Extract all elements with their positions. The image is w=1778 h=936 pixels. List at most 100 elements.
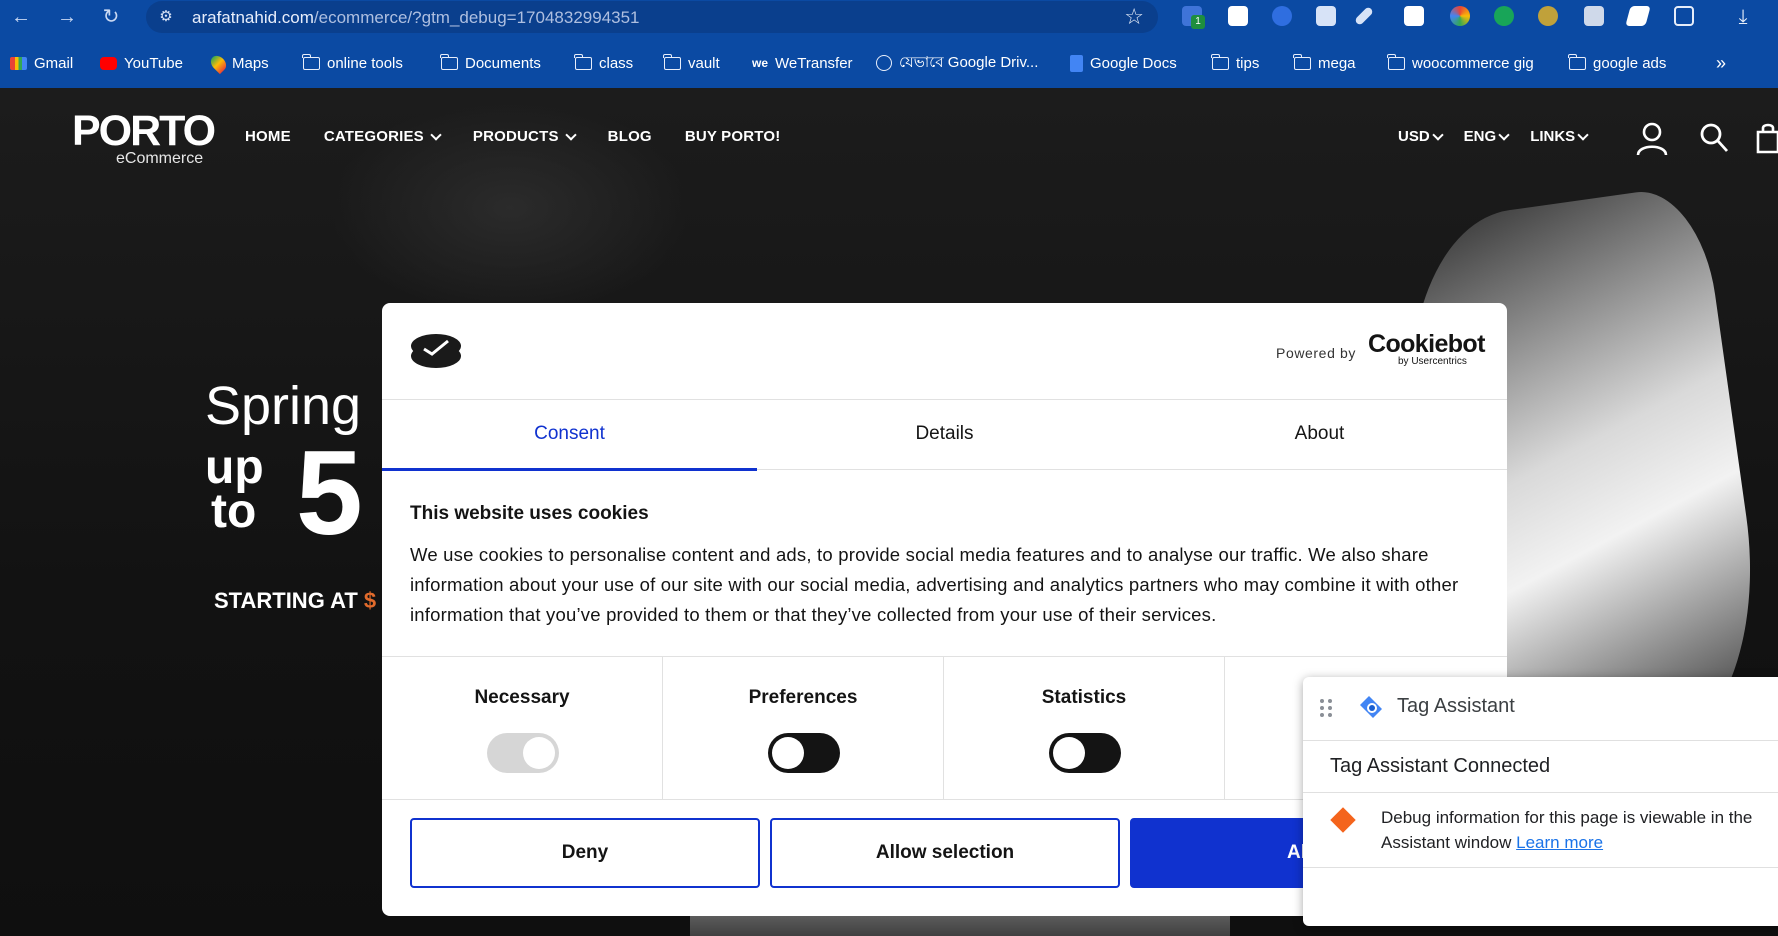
account-icon[interactable] <box>1636 122 1668 156</box>
necessary-toggle <box>487 733 559 773</box>
dialog-title: This website uses cookies <box>410 503 649 524</box>
tag-assistant-panel: Tag Assistant Tag Assistant Connected De… <box>1303 677 1778 926</box>
cookiebot-logo[interactable]: Cookiebot <box>1368 330 1485 359</box>
globe-icon <box>876 55 892 71</box>
bookmark-label: woocommerce gig <box>1412 54 1534 72</box>
preferences-toggle[interactable] <box>768 733 840 773</box>
bookmark-star-icon[interactable]: ☆ <box>1124 4 1144 30</box>
active-tab-indicator <box>382 468 757 471</box>
category-label: Preferences <box>748 687 858 708</box>
links-menu[interactable]: LINKS <box>1530 128 1589 145</box>
bookmark-folder-online-tools[interactable]: online tools <box>302 44 403 82</box>
divider <box>1303 792 1778 793</box>
extension-badge: 1 <box>1191 15 1205 29</box>
bookmark-folder-class[interactable]: class <box>574 44 634 82</box>
tab-consent[interactable]: Consent <box>382 399 757 469</box>
toggle-knob <box>1053 737 1085 769</box>
bookmark-youtube[interactable]: YouTube <box>100 44 183 82</box>
extension-color-icon[interactable] <box>1450 6 1470 26</box>
allow-selection-button[interactable]: Allow selection <box>770 818 1120 888</box>
drag-handle-icon[interactable] <box>1319 698 1333 718</box>
site-brand-icon <box>411 334 461 368</box>
deny-button[interactable]: Deny <box>410 818 760 888</box>
browser-toolbar: ← → ↻ ⚙ arafatnahid.com/ecommerce/?gtm_d… <box>0 0 1778 33</box>
statistics-toggle[interactable] <box>1049 733 1121 773</box>
currency-selector[interactable]: USD <box>1398 128 1444 145</box>
search-icon[interactable] <box>1699 122 1729 154</box>
forward-icon[interactable]: → <box>54 4 80 30</box>
folder-icon <box>1293 53 1311 70</box>
back-icon[interactable]: ← <box>8 4 34 30</box>
bookmark-label: WeTransfer <box>775 54 853 72</box>
nav-label: CATEGORIES <box>323 128 424 145</box>
url-path: /ecommerce/?gtm_debug=1704832994351 <box>313 8 640 27</box>
cart-icon[interactable] <box>1754 122 1778 154</box>
bookmark-label: Documents <box>465 54 541 72</box>
bookmark-folder-google-ads[interactable]: google ads <box>1568 44 1667 82</box>
nav-buy-porto[interactable]: BUY PORTO! <box>685 128 781 145</box>
bookmark-maps[interactable]: Maps <box>207 44 269 82</box>
extension-green-icon[interactable] <box>1494 6 1514 26</box>
reload-icon[interactable]: ↻ <box>98 4 124 30</box>
dialog-body-text: We use cookies to personalise content an… <box>410 544 1459 625</box>
gmail-icon <box>10 56 27 70</box>
bookmark-label: google ads <box>1593 54 1667 72</box>
nav-home[interactable]: HOME <box>245 128 291 145</box>
extension-tab-icon[interactable] <box>1625 6 1651 26</box>
bookmark-folder-vault[interactable]: vault <box>663 44 720 82</box>
tab-about[interactable]: About <box>1132 399 1507 469</box>
url-text[interactable]: arafatnahid.com/ecommerce/?gtm_debug=170… <box>192 8 640 28</box>
bookmark-folder-documents[interactable]: Documents <box>440 44 541 82</box>
chevron-down-icon <box>1498 128 1510 141</box>
tab-details[interactable]: Details <box>757 399 1132 469</box>
extension-t-icon[interactable] <box>1404 6 1424 26</box>
url-host: arafatnahid.com <box>192 8 314 27</box>
address-bar[interactable]: ⚙ arafatnahid.com/ecommerce/?gtm_debug=1… <box>146 1 1158 33</box>
bookmark-gmail[interactable]: Gmail <box>10 44 73 82</box>
language-label: ENG <box>1463 128 1497 145</box>
toggle-knob <box>523 737 555 769</box>
extension-dropper-icon[interactable] <box>1354 6 1374 26</box>
nav-blog[interactable]: BLOG <box>608 128 652 145</box>
folder-icon <box>440 53 458 70</box>
language-selector[interactable]: ENG <box>1463 128 1510 145</box>
site-info-icon[interactable]: ⚙ <box>156 7 176 27</box>
extension-layers-icon[interactable] <box>1316 6 1336 26</box>
logo-subtext: eCommerce <box>116 150 204 167</box>
nav-products[interactable]: PRODUCTS <box>473 128 577 145</box>
divider <box>1303 867 1778 868</box>
youtube-icon <box>100 56 117 70</box>
bookmarks-overflow-button[interactable]: » <box>1716 44 1726 82</box>
bookmark-label: Gmail <box>34 54 74 72</box>
extension-3-icon[interactable] <box>1272 6 1292 26</box>
extension-globe-icon[interactable] <box>1538 6 1558 26</box>
wetransfer-icon: we <box>752 56 769 70</box>
nav-label: BUY PORTO! <box>684 128 781 145</box>
extension-tag-assistant-icon[interactable]: 1 <box>1182 6 1205 29</box>
folder-icon <box>1211 53 1229 70</box>
category-preferences: Preferences <box>663 657 944 799</box>
bookmark-google-drive-tip[interactable]: যেভাবে Google Driv... <box>876 44 1038 82</box>
site-logo[interactable]: PORTO eCommerce <box>72 110 216 168</box>
dialog-tabs: Consent Details About <box>382 399 1507 470</box>
nav-categories[interactable]: CATEGORIES <box>323 128 442 145</box>
bookmark-google-docs[interactable]: Google Docs <box>1070 44 1177 82</box>
extension-2-icon[interactable] <box>1228 6 1248 26</box>
category-statistics: Statistics <box>944 657 1225 799</box>
folder-icon <box>302 53 320 70</box>
links-label: LINKS <box>1530 128 1576 145</box>
extensions-puzzle-icon[interactable] <box>1674 6 1694 26</box>
bookmark-folder-mega[interactable]: mega <box>1293 44 1356 82</box>
bookmark-wetransfer[interactable]: we WeTransfer <box>752 44 853 82</box>
extension-camera-icon[interactable] <box>1584 6 1604 26</box>
bookmark-folder-tips[interactable]: tips <box>1211 44 1259 82</box>
powered-by-label: Powered by <box>1276 345 1356 361</box>
learn-more-link[interactable]: Learn more <box>1516 833 1603 852</box>
folder-icon <box>663 53 681 70</box>
bookmark-label: যেভাবে Google Driv... <box>899 53 1039 71</box>
download-icon[interactable]: ⤓ <box>1730 4 1756 30</box>
bookmark-folder-woocommerce[interactable]: woocommerce gig <box>1387 44 1534 82</box>
bookmark-label: class <box>599 54 634 72</box>
category-necessary: Necessary <box>382 657 663 799</box>
cookiebot-sub: by Usercentrics <box>1398 356 1467 367</box>
